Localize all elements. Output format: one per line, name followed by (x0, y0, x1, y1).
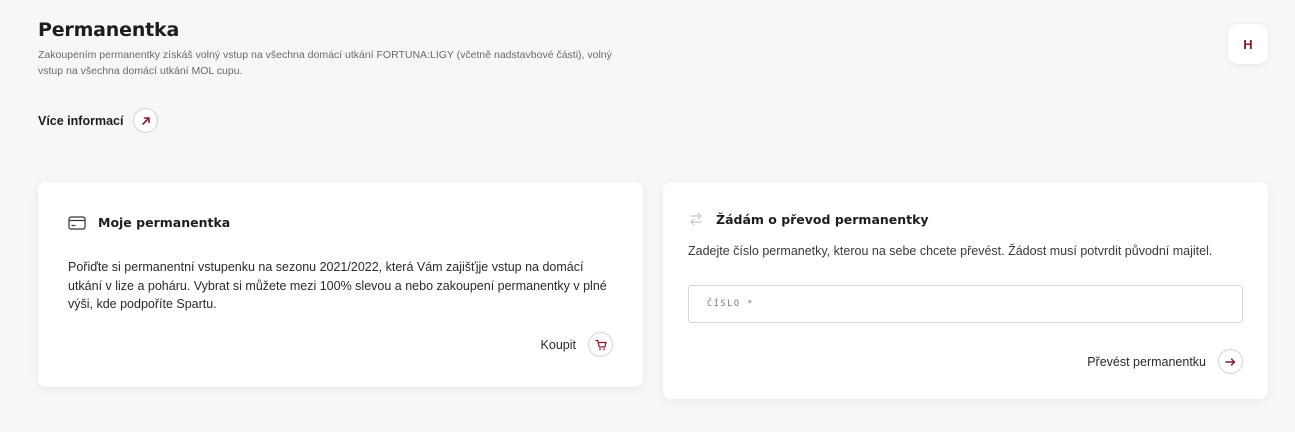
page-description: Zakoupením permanentky získáš volný vstu… (38, 49, 612, 77)
arrow-up-right-icon (142, 116, 150, 125)
my-pass-text: Pořiďte si permanentní vstupenku na sezo… (68, 260, 607, 311)
more-info-button[interactable] (133, 108, 159, 133)
cart-icon (594, 339, 607, 350)
page-title: Permanentka (38, 19, 180, 41)
transfer-action[interactable]: Převést permanentku (1087, 349, 1243, 374)
buy-button[interactable] (588, 332, 613, 357)
transfer-card: Žádám o převod permanentky Zadejte číslo… (663, 182, 1268, 399)
more-info-label: Více informací (38, 113, 124, 128)
transfer-description: Zadejte číslo permanetky, kterou na sebe… (688, 244, 1213, 258)
swap-arrows-icon (690, 212, 702, 226)
more-info-link[interactable]: Více informací (38, 108, 159, 133)
transfer-title: Žádám o převod permanentky (716, 211, 929, 227)
my-pass-card: Moje permanentka Pořiďte si permanentní … (38, 182, 643, 387)
buy-action[interactable]: Koupit (541, 332, 613, 357)
transfer-submit-label: Převést permanentku (1087, 354, 1206, 369)
card-icon (68, 215, 86, 230)
my-pass-header: Moje permanentka (68, 215, 230, 230)
transfer-header: Žádám o převod permanentky (688, 211, 929, 227)
arrow-right-icon (1225, 357, 1236, 366)
my-pass-title: Moje permanentka (98, 215, 231, 230)
page: Permanentka Zakoupením permanentky získá… (0, 0, 1295, 432)
pass-number-field[interactable]: ČÍSLO * (688, 285, 1243, 323)
pass-number-label: ČÍSLO * (707, 299, 755, 309)
transfer-submit-button[interactable] (1218, 349, 1243, 374)
user-avatar[interactable]: H (1228, 24, 1268, 64)
buy-label: Koupit (540, 337, 576, 352)
